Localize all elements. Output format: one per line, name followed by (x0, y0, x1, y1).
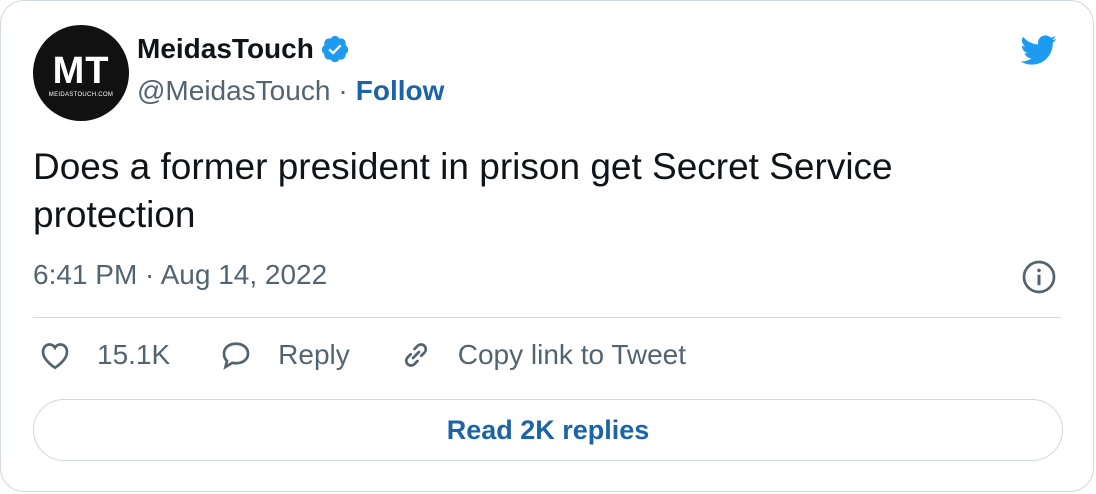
like-button[interactable]: 15.1K (37, 337, 170, 373)
handle-row: @MeidasTouch · Follow (137, 75, 444, 107)
tweet-card: MT MEIDASTOUCH.COM MeidasTouch @MeidasTo… (0, 0, 1094, 492)
avatar-monogram: MT (52, 50, 110, 92)
link-icon (404, 343, 427, 367)
tweet-text: Does a former president in prison get Se… (33, 146, 893, 235)
reply-label: Reply (278, 339, 350, 370)
avatar[interactable]: MT MEIDASTOUCH.COM (33, 25, 129, 121)
divider (33, 317, 1061, 318)
follow-button[interactable]: Follow (356, 75, 445, 107)
separator-dot: · (338, 75, 348, 106)
like-count: 15.1K (97, 339, 171, 370)
info-icon[interactable] (1021, 259, 1057, 295)
author-name[interactable]: MeidasTouch (137, 33, 314, 65)
heart-icon (41, 343, 69, 370)
avatar-subtext: MEIDASTOUCH.COM (48, 92, 114, 98)
author-handle[interactable]: @MeidasTouch (137, 75, 330, 107)
reply-button[interactable]: Reply (218, 337, 350, 373)
copy-link-button[interactable]: Copy link to Tweet (398, 337, 686, 373)
action-bar: 15.1K Reply Copy link to Tweet (37, 337, 734, 373)
twitter-bird-icon[interactable] (1015, 31, 1061, 69)
read-replies-button[interactable]: Read 2K replies (33, 399, 1063, 461)
reply-bubble-icon (222, 342, 250, 370)
tweet-timestamp[interactable]: 6:41 PM · Aug 14, 2022 (33, 259, 327, 291)
author-name-row: MeidasTouch (137, 33, 350, 65)
verified-badge-icon (320, 34, 350, 64)
copy-link-label: Copy link to Tweet (457, 339, 687, 370)
